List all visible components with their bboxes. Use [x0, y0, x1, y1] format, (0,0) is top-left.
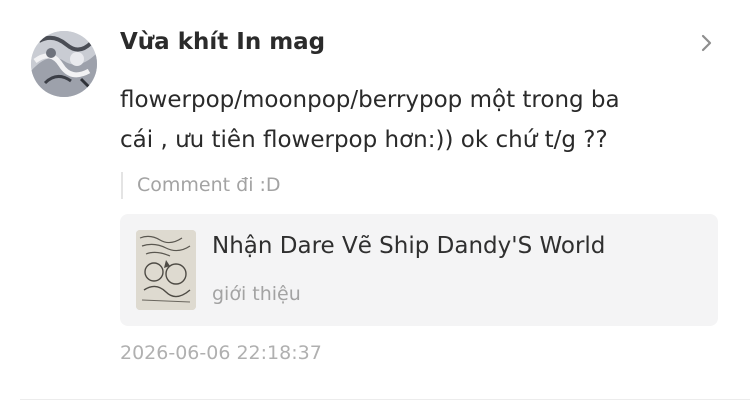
- avatar[interactable]: [31, 31, 97, 97]
- comment-timestamp: 2026-06-06 22:18:37: [120, 342, 322, 364]
- chevron-right-icon[interactable]: [697, 30, 717, 56]
- story-subtitle: giới thiệu: [212, 283, 301, 305]
- story-cover-thumbnail: [136, 230, 196, 310]
- quoted-comment: Comment đi :D: [121, 172, 281, 199]
- story-card[interactable]: Nhận Dare Vẽ Ship Dandy'S World giới thi…: [120, 214, 718, 326]
- story-title: Nhận Dare Vẽ Ship Dandy'S World: [212, 233, 606, 259]
- comment-text: flowerpop/moonpop/berrypop một trong ba …: [120, 87, 620, 153]
- divider: [20, 399, 750, 400]
- username[interactable]: Vừa khít In mag: [120, 25, 325, 59]
